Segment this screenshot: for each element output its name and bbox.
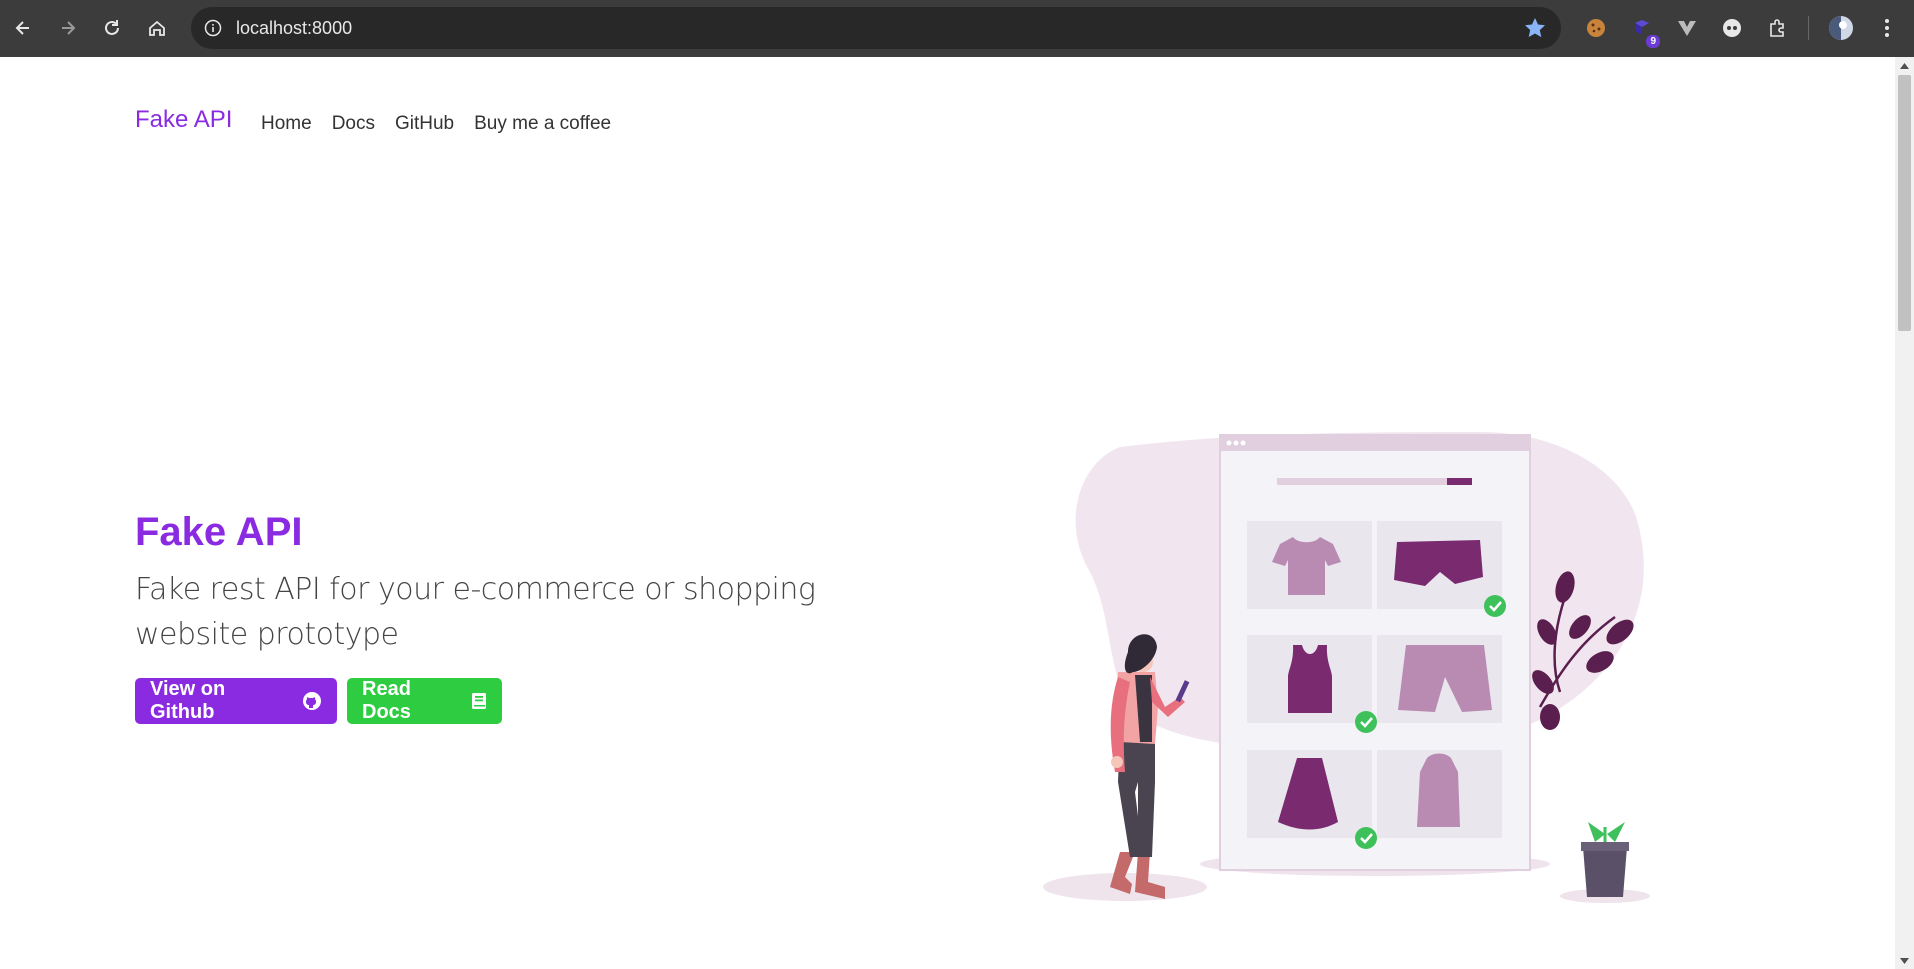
extension-badge: 9 [1646, 35, 1660, 48]
extension-icon[interactable]: 9 [1628, 14, 1660, 48]
shopping-illustration [1040, 372, 1680, 917]
scroll-up-arrow-icon[interactable] [1895, 57, 1914, 74]
browser-toolbar: localhost:8000 9 [0, 0, 1914, 57]
page-viewport: Fake API Home Docs GitHub Buy me a coffe… [0, 57, 1895, 969]
extension-icon[interactable] [1718, 14, 1746, 42]
site-info-icon[interactable] [201, 16, 225, 40]
hero-subtitle: Fake rest API for your e-commerce or sho… [135, 572, 816, 652]
scrollbar-thumb[interactable] [1898, 75, 1911, 331]
home-icon[interactable] [141, 12, 173, 44]
nav-link-github[interactable]: GitHub [395, 113, 454, 135]
book-icon [471, 692, 487, 710]
extensions-puzzle-icon[interactable] [1763, 14, 1791, 42]
back-icon[interactable] [7, 12, 39, 44]
toolbar-separator [1808, 16, 1809, 40]
github-icon [302, 691, 322, 711]
nav-link-buy-me-a-coffee[interactable]: Buy me a coffee [474, 113, 611, 135]
bookmark-star-icon[interactable] [1523, 16, 1547, 40]
docs-button-label: Read Docs [362, 678, 411, 723]
menu-kebab-icon[interactable] [1873, 14, 1901, 42]
view-on-github-button[interactable]: View on Github [135, 678, 337, 724]
nav-link-home[interactable]: Home [261, 113, 312, 135]
scroll-down-arrow-icon[interactable] [1895, 952, 1914, 969]
reload-icon[interactable] [96, 12, 128, 44]
page-scrollbar[interactable] [1895, 57, 1914, 969]
profile-avatar[interactable] [1827, 14, 1855, 42]
read-docs-button[interactable]: Read Docs [347, 678, 502, 724]
address-bar[interactable]: localhost:8000 [191, 7, 1561, 49]
forward-icon[interactable] [52, 12, 84, 44]
github-button-label: View on Github [150, 678, 226, 723]
navbar-brand[interactable]: Fake API [135, 106, 232, 134]
nav-link-docs[interactable]: Docs [332, 113, 375, 135]
url-text[interactable]: localhost:8000 [236, 18, 352, 39]
navbar: Home Docs GitHub Buy me a coffee [261, 113, 631, 135]
vue-devtools-icon[interactable] [1673, 14, 1701, 42]
hero-title: Fake API [135, 510, 303, 554]
cookie-extension-icon[interactable] [1582, 14, 1610, 42]
